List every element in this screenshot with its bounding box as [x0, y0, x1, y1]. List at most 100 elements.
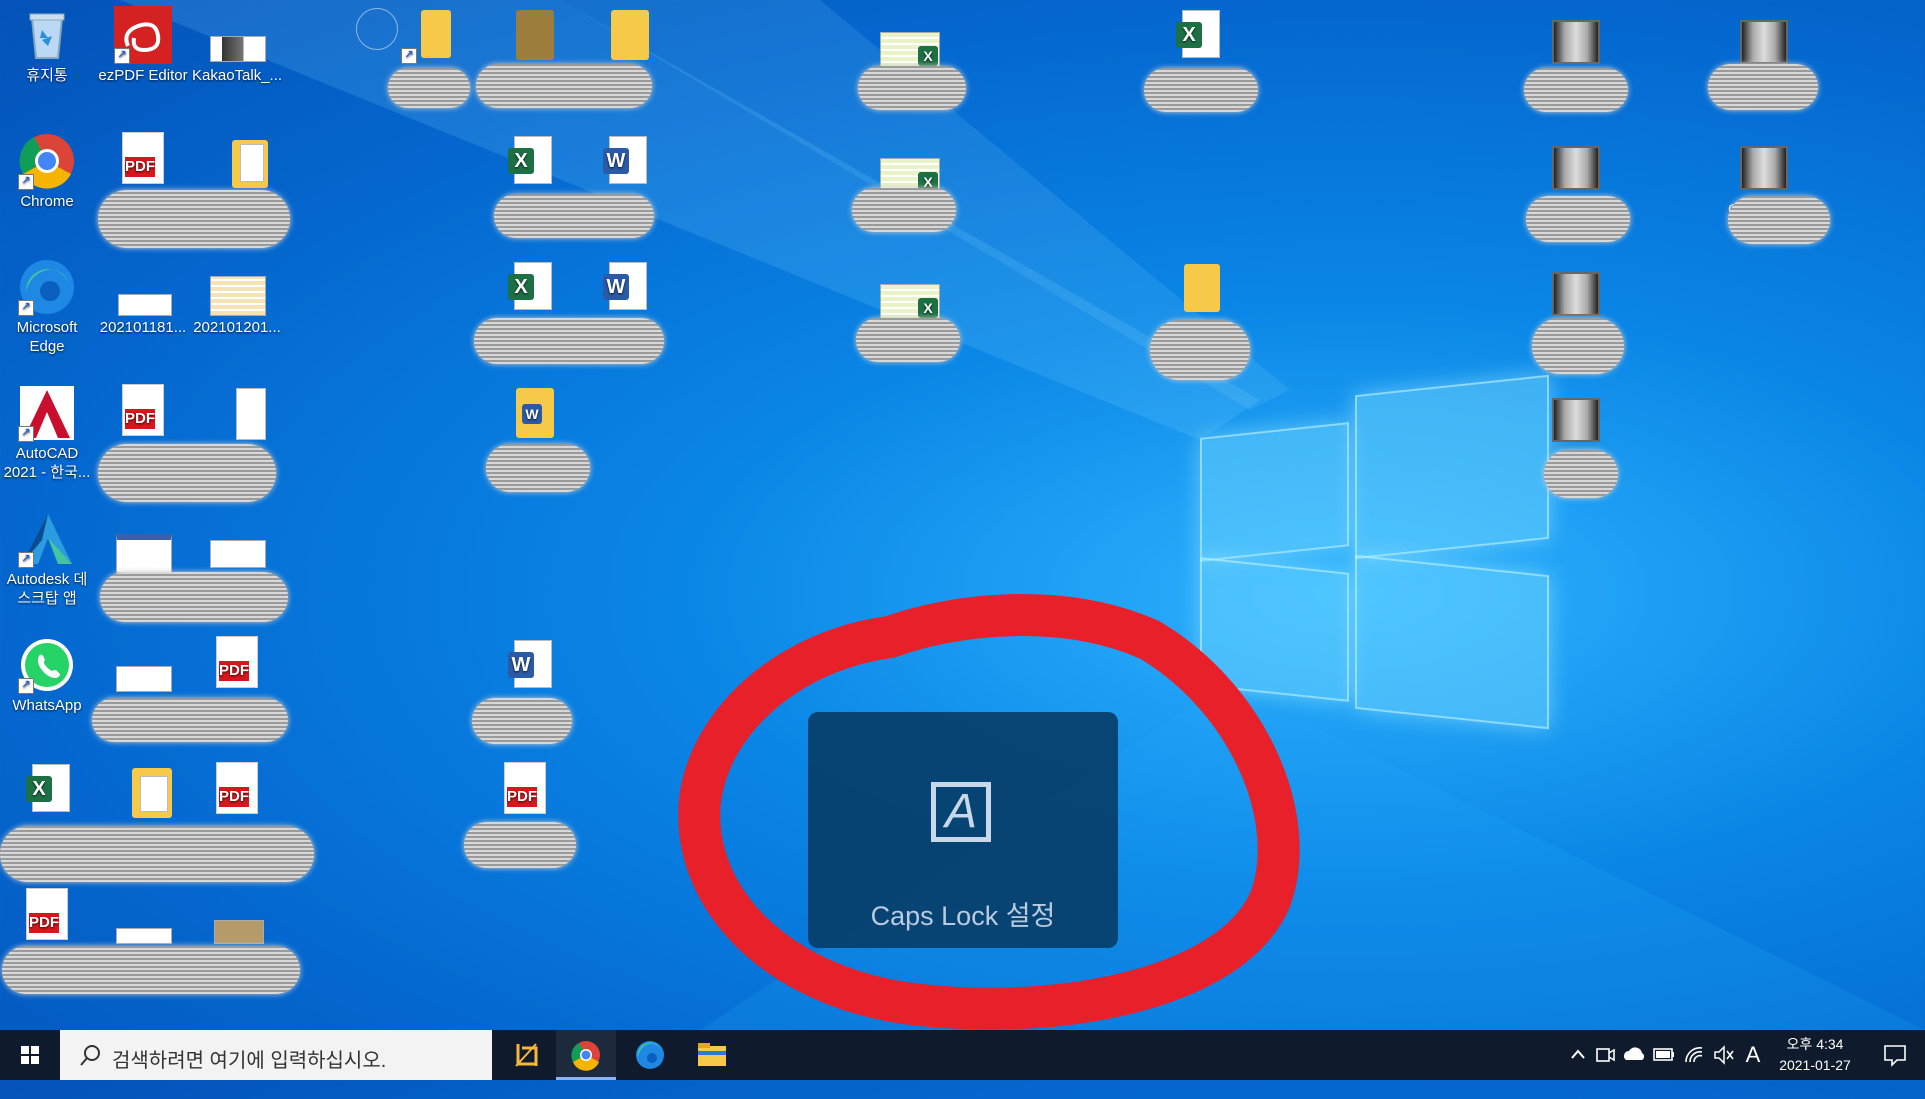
edge-label: Microsoft Edge — [16, 319, 78, 355]
taskbar: 검색하려면 여기에 입력하십시오. A 오후 4:34 2021-01-27 — [0, 1030, 1925, 1080]
redacted-label — [98, 444, 276, 502]
show-hidden-icons-chevron[interactable] — [1566, 1030, 1590, 1080]
redacted-label — [858, 66, 966, 110]
redacted-label — [474, 318, 664, 364]
cursor-highlight — [356, 8, 398, 50]
image-file-icon[interactable]: 202101181... — [98, 258, 188, 337]
redacted-label — [1150, 320, 1250, 380]
document-file-icon[interactable] — [192, 384, 282, 444]
camera-icon — [1596, 1048, 1615, 1062]
battery-tray[interactable] — [1650, 1030, 1678, 1080]
search-icon — [80, 1045, 100, 1066]
taskbar-clock[interactable]: 오후 4:34 2021-01-27 — [1770, 1034, 1860, 1076]
onedrive-tray[interactable] — [1620, 1030, 1648, 1080]
recycle-bin-icon[interactable]: 휴지통 — [2, 6, 92, 85]
redacted-label — [2, 946, 300, 994]
wifi-tray[interactable] — [1680, 1030, 1708, 1080]
redacted-label — [92, 698, 288, 742]
excel-file-icon[interactable]: X — [2, 762, 92, 822]
cloud-icon — [1624, 1047, 1645, 1060]
meet-now-tray[interactable] — [1592, 1030, 1618, 1080]
windows-start-icon — [21, 1046, 39, 1064]
redacted-label — [1144, 68, 1258, 112]
search-placeholder: 검색하려면 여기에 입력하십시오. — [112, 1050, 387, 1072]
pdf-file-icon[interactable]: PDF — [480, 762, 570, 816]
redacted-label — [388, 68, 470, 108]
kakaotalk-file-icon[interactable]: KakaoTalk_... — [192, 6, 282, 85]
redacted-label — [100, 572, 288, 622]
wifi-icon — [1685, 1047, 1703, 1063]
pdf-file-icon[interactable]: PDF — [192, 636, 282, 690]
redacted-label — [476, 64, 652, 108]
taskbar-edge[interactable] — [620, 1030, 680, 1080]
redacted-label — [98, 190, 290, 248]
kakaotalk-label: KakaoTalk_... — [192, 67, 283, 84]
word-file-icon[interactable]: W — [575, 258, 665, 318]
clock-date: 2021-01-27 — [1779, 1057, 1851, 1073]
ime-indicator[interactable]: A — [1740, 1030, 1766, 1080]
excel-file-icon[interactable]: X — [480, 132, 570, 192]
xray-image-icon[interactable] — [1530, 392, 1620, 452]
clock-time: 오후 4:34 — [1786, 1036, 1844, 1052]
redacted-label — [494, 194, 654, 238]
xray-image-icon[interactable] — [1530, 14, 1620, 74]
redacted-label — [1728, 196, 1830, 244]
pdf-file-icon[interactable]: PDF — [98, 132, 188, 186]
redacted-label — [856, 318, 960, 362]
excel-file-icon[interactable]: X — [480, 258, 570, 318]
image-file-icon[interactable] — [98, 888, 188, 948]
autodesk-label: Autodesk 데스크탑 앱 — [6, 571, 88, 607]
battery-icon — [1653, 1048, 1674, 1061]
image-file-icon[interactable] — [192, 888, 282, 948]
excel-file-icon[interactable]: X — [1148, 6, 1238, 66]
word-folder-icon[interactable]: W — [480, 384, 570, 444]
redacted-label — [1544, 450, 1618, 498]
snip-sketch-icon — [515, 1043, 538, 1067]
recycle-bin-label: 휴지통 — [26, 67, 68, 84]
chrome-label: Chrome — [20, 193, 74, 210]
ezpdf-editor-shortcut[interactable]: ↗ ezPDF Editor — [98, 6, 188, 85]
taskbar-search-box[interactable]: 검색하려면 여기에 입력하십시오. — [60, 1030, 492, 1080]
pdf-file-icon[interactable]: PDF — [192, 762, 282, 816]
caps-lock-icon: A — [931, 782, 991, 842]
word-file-icon[interactable]: W — [480, 636, 570, 696]
redacted-label — [1524, 68, 1628, 112]
whatsapp-shortcut[interactable]: ↗ WhatsApp — [2, 636, 92, 715]
redacted-label — [1532, 318, 1624, 374]
edge-shortcut[interactable]: ↗ Microsoft Edge — [2, 258, 92, 356]
autocad-shortcut[interactable]: ↗ AutoCAD 2021 - 한국... — [2, 384, 92, 482]
autocad-label: AutoCAD 2021 - 한국... — [3, 445, 91, 481]
redacted-label — [472, 698, 572, 744]
folder-shortcut-icon[interactable]: ↗ — [385, 6, 475, 66]
action-center-button[interactable] — [1870, 1030, 1920, 1080]
folder-icon[interactable] — [1148, 258, 1238, 318]
spreadsheet-image-icon[interactable]: 202101201... — [192, 258, 282, 337]
notification-icon — [1884, 1045, 1906, 1067]
edge-icon — [636, 1041, 664, 1069]
autodesk-desktop-app-shortcut[interactable]: ↗ Autodesk 데스크탑 앱 — [2, 510, 92, 608]
image-file-icon[interactable] — [98, 510, 188, 573]
file1-label: 202101181... — [99, 319, 187, 336]
caps-lock-label: Caps Lock 설정 — [870, 901, 1056, 931]
folder-icon[interactable] — [480, 6, 570, 66]
folder-icon[interactable] — [575, 6, 665, 66]
xray-image-icon[interactable] — [1530, 140, 1620, 200]
word-file-icon[interactable]: W — [575, 132, 665, 192]
folder-icon[interactable] — [98, 762, 188, 822]
xray-image-icon[interactable] — [1530, 266, 1620, 326]
redacted-label — [1708, 64, 1818, 110]
volume-muted-icon — [1714, 1045, 1734, 1065]
volume-tray[interactable] — [1710, 1030, 1738, 1080]
taskbar-snip-app[interactable] — [496, 1030, 556, 1080]
image-file-icon[interactable] — [98, 636, 188, 696]
chrome-icon — [571, 1041, 600, 1071]
pdf-file-icon[interactable]: PDF — [2, 888, 92, 942]
image-file-icon[interactable] — [192, 510, 282, 570]
taskbar-chrome[interactable] — [556, 1030, 616, 1080]
start-button[interactable] — [0, 1030, 60, 1080]
taskbar-file-explorer[interactable] — [682, 1030, 742, 1080]
pdf-file-icon[interactable]: PDF — [98, 384, 188, 438]
chrome-shortcut[interactable]: ↗ Chrome — [2, 132, 92, 211]
folder-icon[interactable] — [192, 132, 282, 192]
ezpdf-label: ezPDF Editor — [98, 67, 188, 84]
